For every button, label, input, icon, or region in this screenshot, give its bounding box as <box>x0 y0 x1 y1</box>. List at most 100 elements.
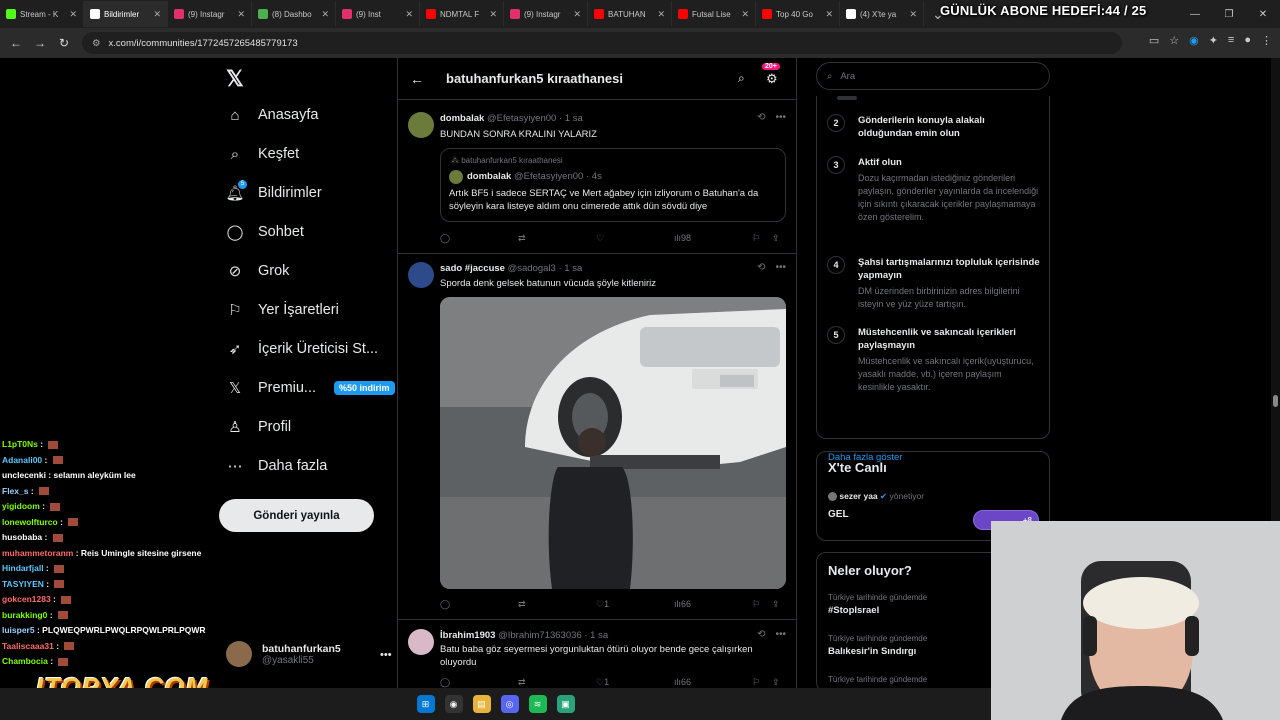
browser-tab[interactable]: (9) Inst ✕ <box>336 1 420 27</box>
grok-analyze-icon[interactable]: ⟲ <box>757 262 765 273</box>
close-tab-icon[interactable]: ✕ <box>741 9 749 20</box>
author-name[interactable]: dombalak <box>440 113 484 124</box>
browser-tab[interactable]: Futsal Lise ✕ <box>672 1 756 27</box>
start-icon[interactable]: ⊞ <box>416 695 435 713</box>
share-icon[interactable]: ⇪ <box>772 677 780 688</box>
search-icon[interactable]: ⌕ <box>738 71 745 86</box>
maximize-icon[interactable]: ❐ <box>1212 9 1246 20</box>
grok-analyze-icon[interactable]: ⟲ <box>757 112 765 123</box>
tweet-video[interactable] <box>440 297 786 589</box>
browser-tab[interactable]: Stream - K ✕ <box>0 1 84 27</box>
live-host[interactable]: sezer yaa ✔ yönetiyor <box>828 491 924 502</box>
more-icon[interactable]: ••• <box>380 649 392 661</box>
more-icon[interactable]: ••• <box>775 112 786 123</box>
bookmark-star-icon[interactable]: ☆ <box>1169 34 1179 47</box>
sidebar-item-home[interactable]: ⌂ Anasayfa <box>226 106 318 124</box>
author-handle[interactable]: @sadogal3 <box>508 263 556 274</box>
forward-icon[interactable]: → <box>28 36 52 50</box>
folder-icon[interactable]: ▤ <box>472 695 491 713</box>
tweet[interactable]: sado #jaccuse @sadogal3 · 1 sa ⟲ ••• Spo… <box>398 254 796 620</box>
close-tab-icon[interactable]: ✕ <box>489 9 497 20</box>
profile-avatar[interactable]: ● <box>1244 34 1251 47</box>
more-icon[interactable]: ••• <box>775 262 786 273</box>
site-info-icon[interactable]: ⚙ <box>92 38 101 49</box>
tweet-time[interactable]: 1 sa <box>590 630 608 641</box>
tweet[interactable]: İbrahim1903 @Ibrahim71363036 · 1 sa ⟲ ••… <box>398 621 796 688</box>
post-button[interactable]: Gönderi yayınla <box>219 499 374 532</box>
close-tab-icon[interactable]: ✕ <box>405 9 413 20</box>
url-input[interactable]: ⚙ x.com/i/communities/177245726548577917… <box>82 32 1122 54</box>
browser-tab[interactable]: NDMTAL F ✕ <box>420 1 504 27</box>
views-icon[interactable]: ılı 98 <box>674 233 691 243</box>
close-tab-icon[interactable]: ✕ <box>69 9 77 20</box>
app-icon[interactable]: ▣ <box>556 695 575 713</box>
reply-icon[interactable]: ◯ <box>440 677 450 688</box>
cast-icon[interactable]: ▭ <box>1149 34 1159 47</box>
x-logo-icon[interactable]: 𝕏 <box>226 66 244 92</box>
minimize-icon[interactable]: — <box>1178 9 1212 20</box>
discord-icon[interactable]: ◎ <box>500 695 519 713</box>
browser-tab[interactable]: BATUHAN ✕ <box>588 1 672 27</box>
close-window-icon[interactable]: ✕ <box>1246 9 1280 20</box>
close-tab-icon[interactable]: ✕ <box>657 9 665 20</box>
trend-item[interactable]: Türkiye tarihinde gündemde Balıkesir'in … <box>828 634 927 657</box>
close-tab-icon[interactable]: ✕ <box>825 9 833 20</box>
sidebar-item-grok[interactable]: ⊘ Grok <box>226 262 290 280</box>
spotify-icon[interactable]: ≋ <box>528 695 547 713</box>
bookmark-icon[interactable]: ⚐ <box>752 599 760 610</box>
scrollbar-thumb[interactable] <box>1273 395 1278 407</box>
sidebar-item-rocket[interactable]: ➶ İçerik Üreticisi St... <box>226 340 378 358</box>
close-tab-icon[interactable]: ✕ <box>321 9 329 20</box>
extension-icon[interactable]: ◉ <box>1189 34 1199 47</box>
retweet-icon[interactable]: ⇄ <box>518 599 526 610</box>
sidebar-item-chat[interactable]: ◯ Sohbet <box>226 223 304 241</box>
sidebar-item-x-logo[interactable]: 𝕏 Premiu... %50 indirim <box>226 379 395 397</box>
chrome-icon[interactable]: ◉ <box>444 695 463 713</box>
sidebar-item-bell[interactable]: 🔔︎ 5 Bildirimler <box>225 180 322 202</box>
tweet[interactable]: dombalak @Efetasyiyen00 · 1 sa ⟲ ••• BUN… <box>398 102 796 254</box>
browser-tab[interactable]: (9) Instagr ✕ <box>168 1 252 27</box>
sidebar-item-bookmark[interactable]: ⚐ Yer İşaretleri <box>226 301 339 319</box>
sidebar-item-person[interactable]: ♙ Profil <box>226 418 291 436</box>
share-icon[interactable]: ⇪ <box>772 233 780 244</box>
back-arrow-icon[interactable]: ← <box>410 71 424 87</box>
retweet-icon[interactable]: ⇄ <box>518 677 526 688</box>
sidebar-item-search[interactable]: ⌕ Keşfet <box>226 145 299 163</box>
browser-tab[interactable]: (4) X'te ya ✕ <box>840 1 924 27</box>
views-icon[interactable]: ılı 66 <box>674 599 691 609</box>
reply-icon[interactable]: ◯ <box>440 233 450 244</box>
trend-item[interactable]: Türkiye tarihinde gündemde #StopIsrael <box>828 593 927 616</box>
kebab-menu-icon[interactable]: ⋮ <box>1261 34 1272 47</box>
live-space-title[interactable]: GEL <box>828 509 849 520</box>
close-tab-icon[interactable]: ✕ <box>237 9 245 20</box>
back-icon[interactable]: ← <box>4 36 28 50</box>
sidebar-item-more-circle[interactable]: ⋯ Daha fazla <box>226 457 328 475</box>
browser-tab[interactable]: Top 40 Go ✕ <box>756 1 840 27</box>
trend-item[interactable]: Türkiye tarihinde gündemde <box>828 675 927 684</box>
close-tab-icon[interactable]: ✕ <box>573 9 581 20</box>
close-tab-icon[interactable]: ✕ <box>153 9 161 20</box>
quoted-tweet[interactable]: ⁂ batuhanfurkan5 kıraathanesi dombalak @… <box>440 148 786 222</box>
reload-icon[interactable]: ↻ <box>52 36 76 50</box>
like-icon[interactable]: ♡ <box>596 233 604 244</box>
like-icon[interactable]: ♡ 1 <box>596 599 609 610</box>
share-icon[interactable]: ⇪ <box>772 599 780 610</box>
views-icon[interactable]: ılı 66 <box>674 677 691 687</box>
browser-tab[interactable]: (8) Dashbo ✕ <box>252 1 336 27</box>
author-handle[interactable]: @Ibrahim71363036 <box>498 630 582 641</box>
bookmark-icon[interactable]: ⚐ <box>752 677 760 688</box>
author-name[interactable]: sado #jaccuse <box>440 263 505 274</box>
browser-tab[interactable]: (9) Instagr ✕ <box>504 1 588 27</box>
search-input[interactable]: ⌕ Ara <box>816 62 1050 90</box>
author-handle[interactable]: @Efetasyiyen00 <box>487 113 556 124</box>
browser-tab[interactable]: Bildirimler ✕ <box>84 1 168 27</box>
puzzle-icon[interactable]: ✦ <box>1209 34 1218 47</box>
retweet-icon[interactable]: ⇄ <box>518 233 526 244</box>
like-icon[interactable]: ♡ 1 <box>596 677 609 688</box>
account-switcher[interactable]: batuhanfurkan5 @yasakli55 ••• <box>226 641 392 667</box>
bookmark-icon[interactable]: ⚐ <box>752 233 760 244</box>
avatar[interactable] <box>408 112 434 138</box>
avatar[interactable] <box>408 629 434 655</box>
community-settings-icon[interactable]: ⚙ <box>766 71 778 87</box>
reply-icon[interactable]: ◯ <box>440 599 450 610</box>
